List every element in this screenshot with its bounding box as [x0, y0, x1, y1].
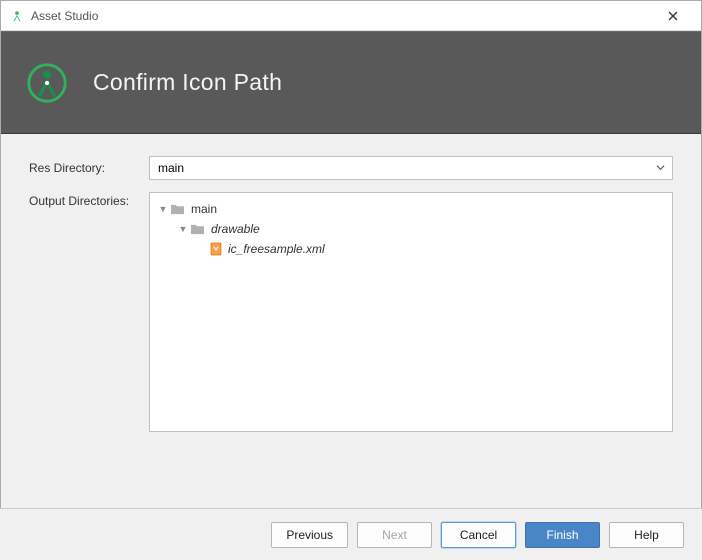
- finish-button[interactable]: Finish: [525, 522, 600, 548]
- xml-file-icon: [210, 242, 222, 256]
- tree-label: drawable: [211, 222, 260, 236]
- footer-button-bar: Previous Next Cancel Finish Help: [0, 508, 702, 560]
- tree-node-main[interactable]: ▼ main: [154, 199, 668, 219]
- tree-node-drawable[interactable]: ▼ drawable: [154, 219, 668, 239]
- expander-icon[interactable]: ▼: [156, 204, 170, 214]
- android-studio-icon: [9, 8, 25, 24]
- header-banner: Confirm Icon Path: [1, 31, 701, 134]
- output-directories-tree[interactable]: ▼ main ▼ drawable: [149, 192, 673, 432]
- res-directory-row: Res Directory: main: [29, 156, 673, 180]
- res-directory-select[interactable]: main: [149, 156, 673, 180]
- tree-node-file[interactable]: ic_freesample.xml: [154, 239, 668, 259]
- asset-studio-logo-icon: [23, 59, 71, 107]
- window-title: Asset Studio: [31, 9, 653, 23]
- page-title: Confirm Icon Path: [93, 69, 282, 96]
- res-directory-label: Res Directory:: [29, 161, 149, 175]
- previous-button[interactable]: Previous: [271, 522, 348, 548]
- folder-icon: [170, 203, 185, 215]
- tree-label: main: [191, 202, 217, 216]
- output-directories-row: Output Directories: ▼ main ▼ drawable: [29, 192, 673, 432]
- next-button: Next: [357, 522, 432, 548]
- output-directories-label: Output Directories:: [29, 192, 149, 208]
- help-button[interactable]: Help: [609, 522, 684, 548]
- folder-icon: [190, 223, 205, 235]
- res-directory-value: main: [158, 161, 184, 175]
- cancel-button[interactable]: Cancel: [441, 522, 516, 548]
- titlebar: Asset Studio: [1, 1, 701, 31]
- content-area: Res Directory: main Output Directories: …: [1, 134, 701, 454]
- chevron-down-icon: [656, 161, 665, 175]
- tree-label: ic_freesample.xml: [228, 242, 325, 256]
- expander-icon[interactable]: ▼: [176, 224, 190, 234]
- close-button[interactable]: [653, 2, 693, 30]
